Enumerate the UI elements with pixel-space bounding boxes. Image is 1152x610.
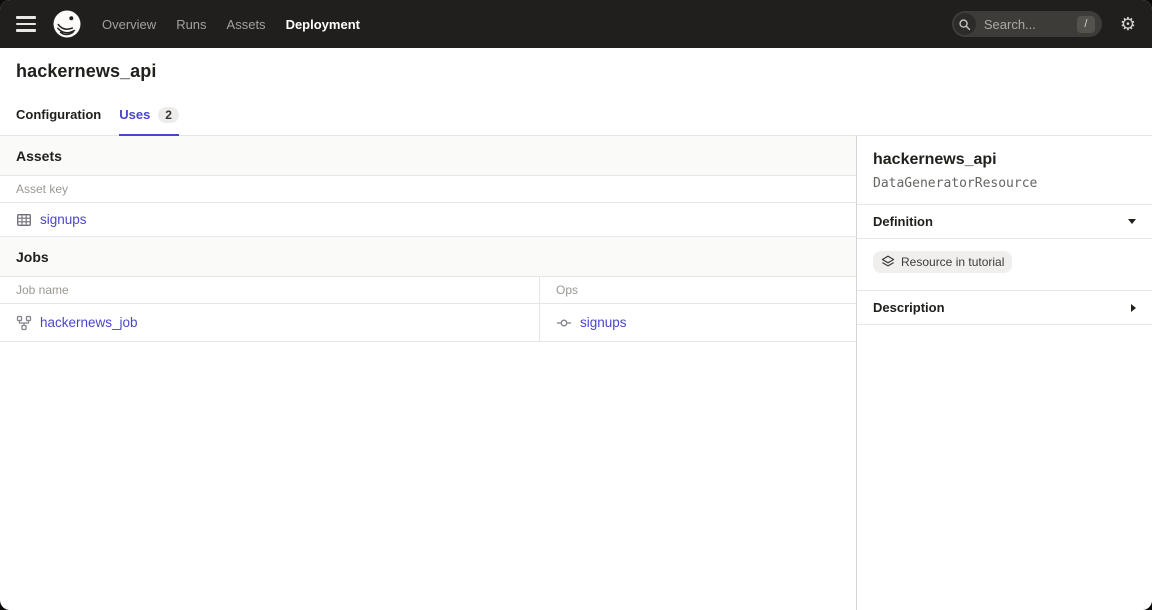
- chevron-right-icon: [1131, 304, 1136, 312]
- definition-section-toggle[interactable]: Definition: [857, 204, 1152, 238]
- assets-section-title: Assets: [16, 148, 62, 164]
- nav-item-deployment[interactable]: Deployment: [286, 17, 360, 32]
- side-panel-header: hackernews_api DataGeneratorResource: [857, 136, 1152, 204]
- ops-cell[interactable]: signups: [540, 304, 856, 342]
- primary-nav: Overview Runs Assets Deployment: [102, 17, 360, 32]
- job-name-cell[interactable]: hackernews_job: [0, 304, 540, 342]
- job-graph-icon: [16, 315, 32, 331]
- job-link-hackernews-job[interactable]: hackernews_job: [40, 315, 138, 330]
- description-section-toggle[interactable]: Description: [857, 290, 1152, 325]
- job-name-column-header: Job name: [0, 283, 69, 297]
- description-section-label: Description: [873, 300, 945, 315]
- nav-item-overview[interactable]: Overview: [102, 17, 156, 32]
- job-row-hackernews-job: hackernews_job signups: [0, 304, 856, 342]
- tab-uses[interactable]: Uses 2: [119, 94, 179, 135]
- resource-tutorial-tag[interactable]: Resource in tutorial: [873, 251, 1012, 273]
- menu-hamburger-icon[interactable]: [16, 16, 36, 32]
- jobs-section-header: Jobs: [0, 237, 856, 277]
- jobs-section-title: Jobs: [16, 249, 49, 265]
- side-panel-resource-type: DataGeneratorResource: [873, 176, 1136, 191]
- assets-table-header: Asset key: [0, 176, 856, 203]
- search-shortcut-key: /: [1077, 16, 1095, 33]
- asset-link-signups[interactable]: signups: [40, 212, 87, 227]
- settings-gear-icon[interactable]: ⚙: [1120, 15, 1136, 33]
- side-panel-title: hackernews_api: [873, 151, 1136, 169]
- tab-uses-label: Uses: [119, 107, 150, 122]
- definition-section-label: Definition: [873, 214, 933, 229]
- op-node-icon: [556, 315, 572, 331]
- search-input[interactable]: Search... /: [952, 11, 1102, 37]
- top-navigation-bar: Overview Runs Assets Deployment Search..…: [0, 0, 1152, 48]
- jobs-table-header: Job name Ops: [0, 277, 856, 304]
- content-area: Assets Asset key signups Job: [0, 136, 1152, 610]
- asset-key-column-header: Asset key: [0, 182, 68, 196]
- nav-item-runs[interactable]: Runs: [176, 17, 206, 32]
- asset-row-signups[interactable]: signups: [0, 203, 856, 237]
- page-header: hackernews_api: [0, 48, 1152, 94]
- nav-item-assets[interactable]: Assets: [227, 17, 266, 32]
- tab-configuration-label: Configuration: [16, 107, 101, 122]
- chevron-down-icon: [1128, 219, 1136, 224]
- dagster-logo-icon[interactable]: [52, 9, 82, 39]
- resource-tutorial-tag-label: Resource in tutorial: [901, 255, 1004, 269]
- op-link-signups[interactable]: signups: [580, 315, 627, 330]
- resource-side-panel: hackernews_api DataGeneratorResource Def…: [856, 136, 1152, 610]
- uses-tables: Assets Asset key signups Job: [0, 136, 856, 610]
- tab-configuration[interactable]: Configuration: [16, 94, 101, 135]
- asset-table-icon: [16, 212, 32, 228]
- tab-uses-count-badge: 2: [158, 107, 179, 123]
- page-title: hackernews_api: [16, 61, 1136, 82]
- tab-bar: Configuration Uses 2: [0, 94, 1152, 136]
- dagster-app-window: Overview Runs Assets Deployment Search..…: [0, 0, 1152, 610]
- ops-column-header: Ops: [540, 283, 578, 297]
- layers-icon: [881, 255, 895, 269]
- search-icon: [954, 13, 976, 35]
- definition-section-body: Resource in tutorial: [857, 238, 1152, 290]
- assets-section-header: Assets: [0, 136, 856, 176]
- search-placeholder: Search...: [984, 17, 1077, 32]
